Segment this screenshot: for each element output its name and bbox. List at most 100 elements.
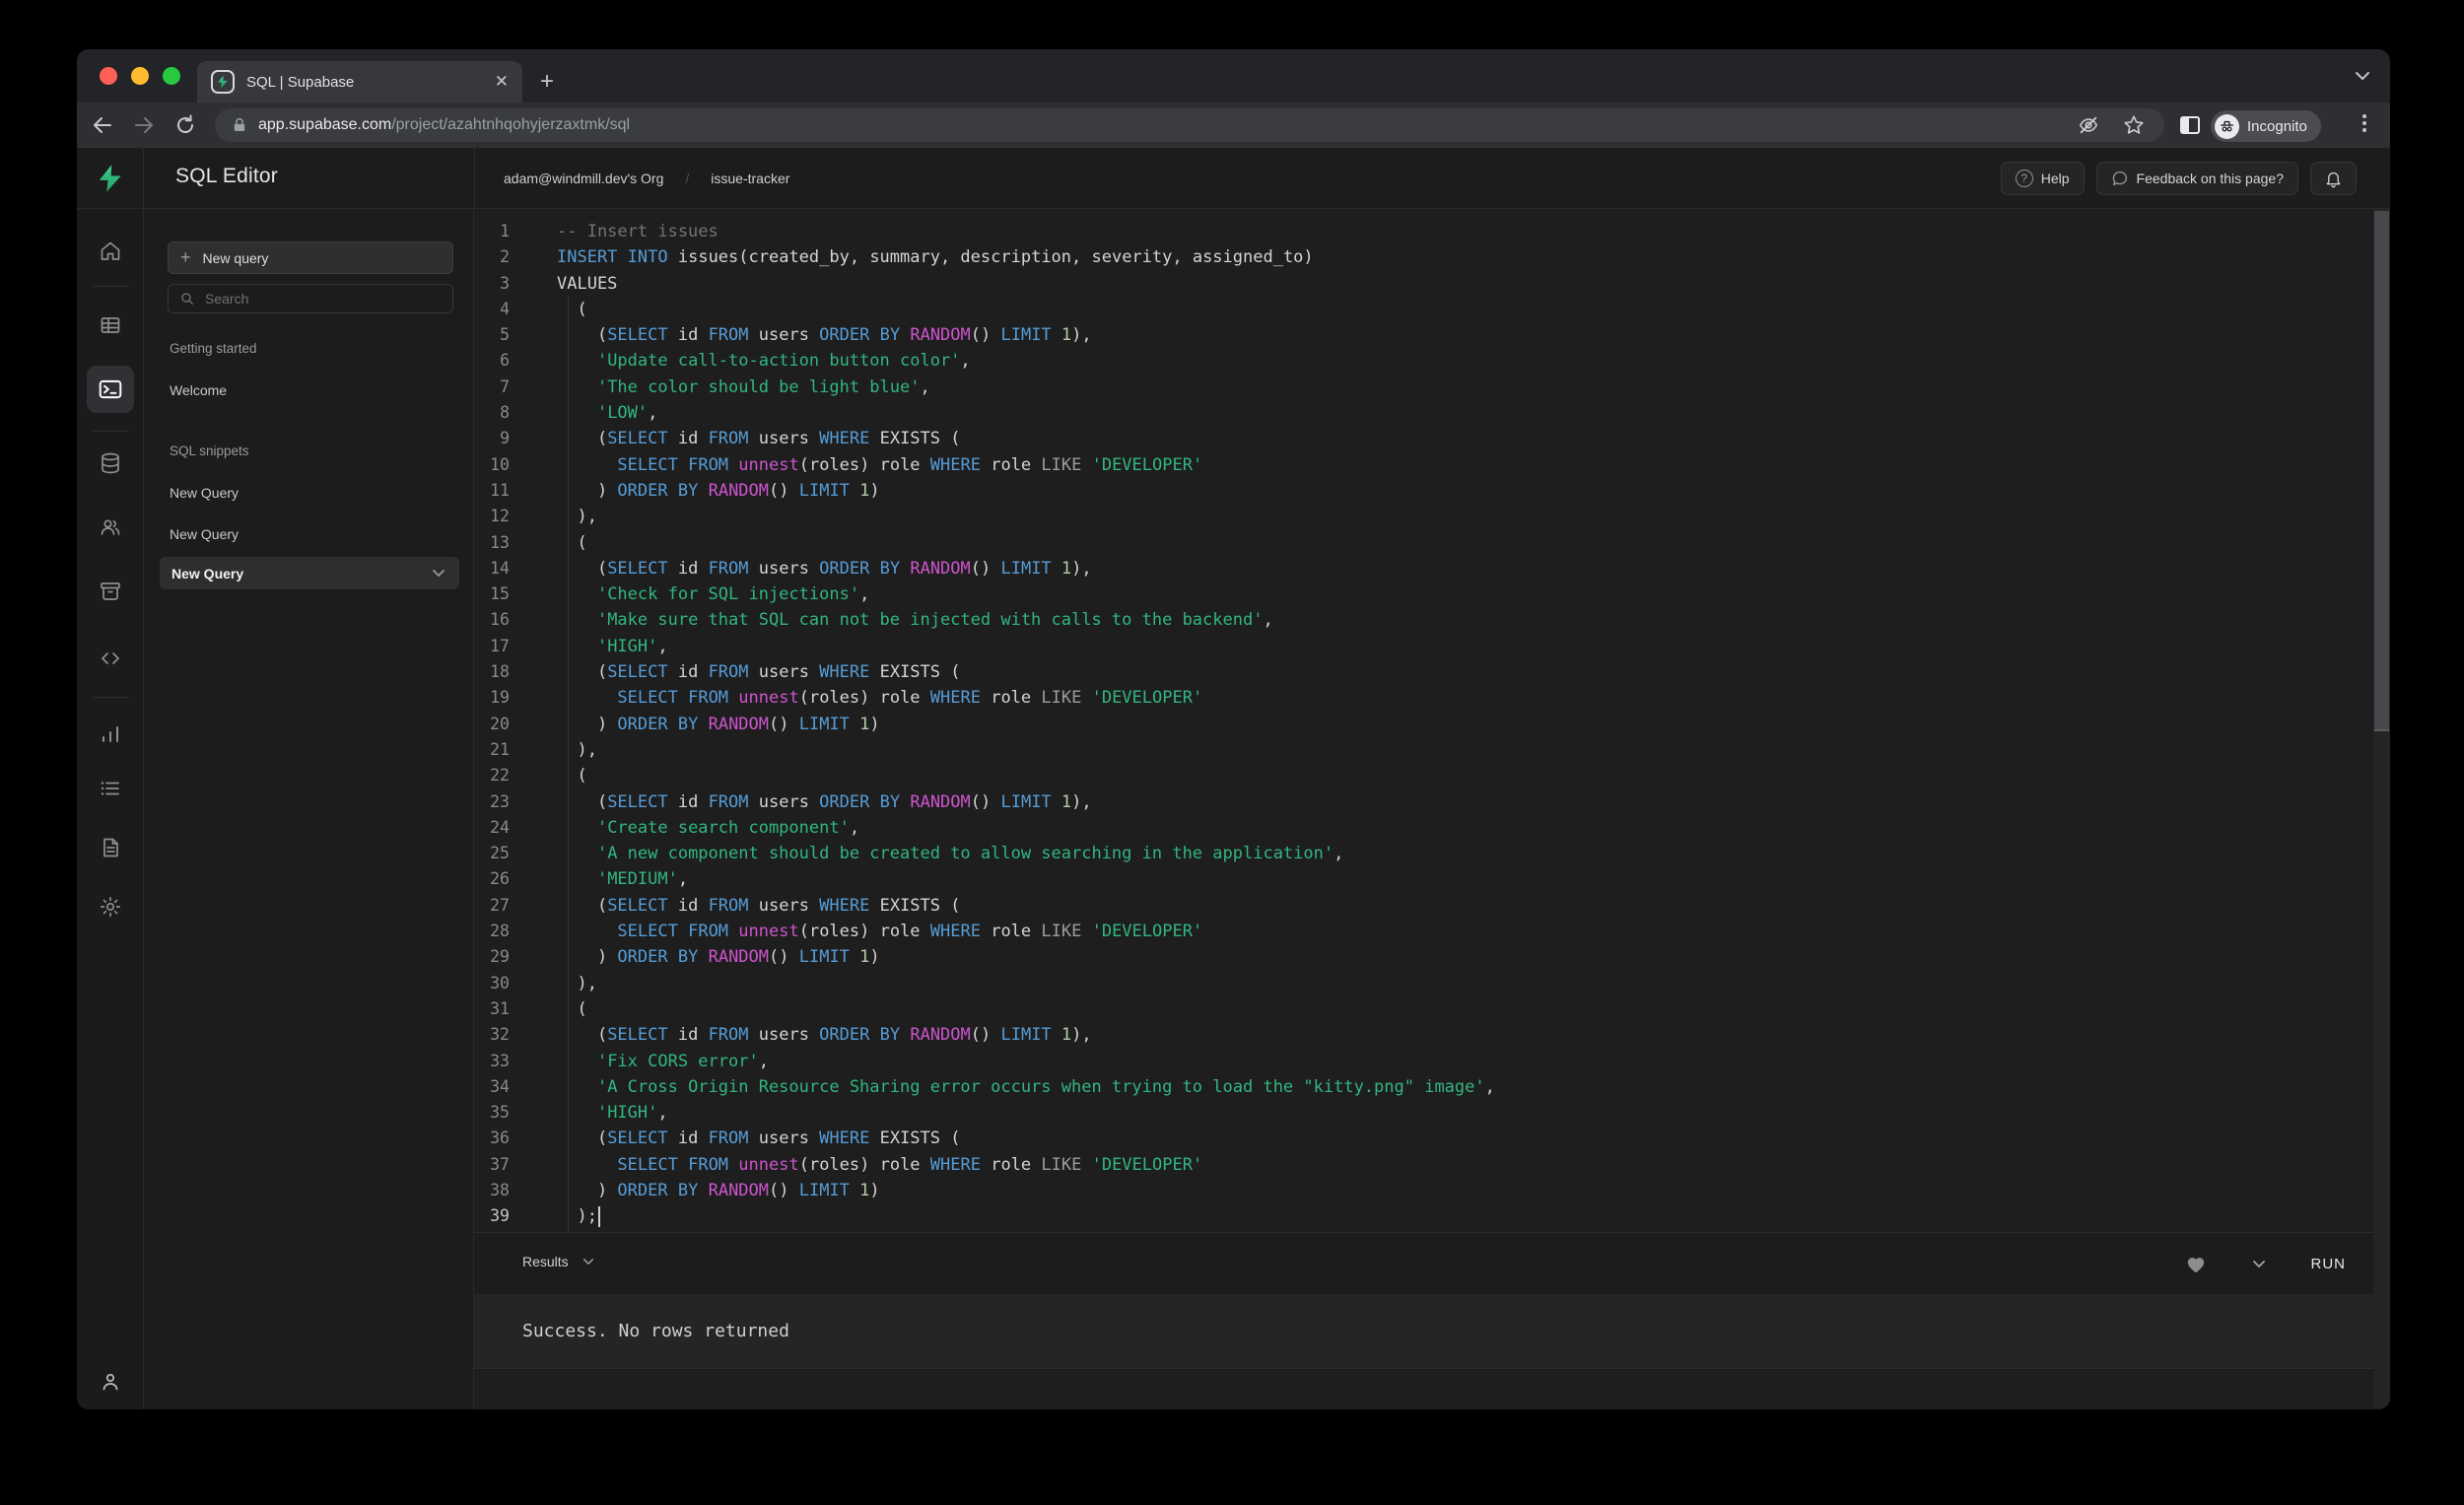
code-line-13[interactable]: ( bbox=[557, 530, 1495, 556]
code-line-25[interactable]: 'A new component should be created to al… bbox=[557, 841, 1495, 866]
code-line-11[interactable]: ) ORDER BY RANDOM() LIMIT 1) bbox=[557, 478, 1495, 504]
eye-off-icon[interactable] bbox=[2078, 114, 2099, 136]
page-scrollbar[interactable] bbox=[2373, 209, 2390, 1409]
tab-search-chevron-icon[interactable] bbox=[2355, 71, 2370, 81]
code-line-21[interactable]: ), bbox=[557, 737, 1495, 763]
results-dropdown[interactable]: Results bbox=[522, 1254, 594, 1269]
sidebar-item-new-query-selected[interactable]: New Query bbox=[160, 557, 459, 589]
code-line-27[interactable]: (SELECT id FROM users WHERE EXISTS ( bbox=[557, 893, 1495, 919]
code-line-32[interactable]: (SELECT id FROM users ORDER BY RANDOM() … bbox=[557, 1022, 1495, 1048]
tab-title: SQL | Supabase bbox=[246, 73, 355, 91]
sql-editor-icon[interactable] bbox=[87, 366, 134, 413]
code-line-12[interactable]: ), bbox=[557, 504, 1495, 529]
close-window-button[interactable] bbox=[100, 67, 117, 85]
breadcrumb-project[interactable]: issue-tracker bbox=[711, 171, 789, 186]
code-line-20[interactable]: ) ORDER BY RANDOM() LIMIT 1) bbox=[557, 712, 1495, 737]
browser-tab[interactable]: SQL | Supabase ✕ bbox=[197, 61, 522, 103]
code-line-7[interactable]: 'The color should be light blue', bbox=[557, 375, 1495, 400]
code-line-3[interactable]: VALUES bbox=[557, 271, 1495, 297]
feedback-button[interactable]: Feedback on this page? bbox=[2095, 162, 2298, 195]
bookmark-star-icon[interactable] bbox=[2123, 114, 2145, 136]
browser-menu-icon[interactable] bbox=[2362, 114, 2366, 132]
code-line-35[interactable]: 'HIGH', bbox=[557, 1100, 1495, 1126]
code-line-37[interactable]: SELECT FROM unnest(roles) role WHERE rol… bbox=[557, 1152, 1495, 1178]
code-line-5[interactable]: (SELECT id FROM users ORDER BY RANDOM() … bbox=[557, 322, 1495, 348]
code-line-23[interactable]: (SELECT id FROM users ORDER BY RANDOM() … bbox=[557, 789, 1495, 815]
code-line-18[interactable]: (SELECT id FROM users WHERE EXISTS ( bbox=[557, 659, 1495, 685]
run-button[interactable]: RUN bbox=[2311, 1256, 2347, 1272]
code-line-16[interactable]: 'Make sure that SQL can not be injected … bbox=[557, 607, 1495, 633]
zoom-window-button[interactable] bbox=[163, 67, 180, 85]
code-line-33[interactable]: 'Fix CORS error', bbox=[557, 1049, 1495, 1074]
code-line-15[interactable]: 'Check for SQL injections', bbox=[557, 581, 1495, 607]
logs-icon[interactable] bbox=[87, 765, 134, 812]
url-text: app.supabase.com/project/azahtnhqohyjerz… bbox=[258, 116, 631, 133]
rail-divider bbox=[93, 431, 128, 432]
run-options-chevron-icon[interactable] bbox=[2252, 1260, 2266, 1268]
chevron-down-icon bbox=[433, 570, 445, 578]
code-line-6[interactable]: 'Update call-to-action button color', bbox=[557, 348, 1495, 374]
code-line-28[interactable]: SELECT FROM unnest(roles) role WHERE rol… bbox=[557, 919, 1495, 944]
database-icon[interactable] bbox=[87, 440, 134, 487]
search-input[interactable] bbox=[205, 291, 442, 307]
code-line-19[interactable]: SELECT FROM unnest(roles) role WHERE rol… bbox=[557, 685, 1495, 711]
url-bar[interactable]: app.supabase.com/project/azahtnhqohyjerz… bbox=[215, 108, 2164, 142]
page-title: SQL Editor bbox=[175, 165, 278, 187]
code-line-29[interactable]: ) ORDER BY RANDOM() LIMIT 1) bbox=[557, 944, 1495, 970]
text-cursor bbox=[597, 1205, 600, 1227]
code-line-1[interactable]: -- Insert issues bbox=[557, 219, 1495, 244]
code-line-17[interactable]: 'HIGH', bbox=[557, 634, 1495, 659]
code-line-24[interactable]: 'Create search component', bbox=[557, 815, 1495, 841]
code-line-26[interactable]: 'MEDIUM', bbox=[557, 866, 1495, 892]
gutter: 1 2 3 4 5 6 7 8 9 10 11 12 13 14 15 16 17 18 19 20 21 22 23 24 2… bbox=[490, 222, 510, 1226]
side-panel-icon[interactable] bbox=[2178, 113, 2202, 137]
help-button[interactable]: ? Help bbox=[2000, 162, 2085, 195]
notifications-button[interactable] bbox=[2310, 162, 2357, 195]
code-line-8[interactable]: 'LOW', bbox=[557, 400, 1495, 426]
code-line-31[interactable]: ( bbox=[557, 996, 1495, 1022]
supabase-app: SQL Editor adam@windmill.dev's Org / iss… bbox=[77, 148, 2390, 1409]
header-divider bbox=[474, 148, 475, 209]
edge-functions-icon[interactable] bbox=[87, 635, 134, 682]
tab-close-icon[interactable]: ✕ bbox=[495, 72, 509, 92]
sidebar-item-new-query-1[interactable]: New Query bbox=[170, 485, 239, 501]
code-line-9[interactable]: (SELECT id FROM users WHERE EXISTS ( bbox=[557, 426, 1495, 451]
sidebar-item-new-query-2[interactable]: New Query bbox=[170, 526, 239, 542]
scrollbar-thumb[interactable] bbox=[2374, 211, 2389, 731]
code-line-10[interactable]: SELECT FROM unnest(roles) role WHERE rol… bbox=[557, 452, 1495, 478]
code-line-36[interactable]: (SELECT id FROM users WHERE EXISTS ( bbox=[557, 1126, 1495, 1151]
sidebar-item-welcome[interactable]: Welcome bbox=[170, 382, 227, 398]
code-line-4[interactable]: ( bbox=[557, 297, 1495, 322]
search-box[interactable] bbox=[168, 284, 453, 313]
minimize-window-button[interactable] bbox=[131, 67, 149, 85]
table-editor-icon[interactable] bbox=[87, 302, 134, 349]
code-line-39[interactable]: ); bbox=[557, 1203, 1495, 1229]
storage-icon[interactable] bbox=[87, 568, 134, 615]
account-icon[interactable] bbox=[87, 1358, 134, 1405]
docs-icon[interactable] bbox=[87, 824, 134, 871]
sql-code-editor[interactable]: 1 2 3 4 5 6 7 8 9 10 11 12 13 14 15 16 17 18 19 20 21 22 23 24 2… bbox=[474, 209, 2373, 1232]
breadcrumb-org[interactable]: adam@windmill.dev's Org bbox=[504, 171, 663, 186]
code-line-34[interactable]: 'A Cross Origin Resource Sharing error o… bbox=[557, 1074, 1495, 1100]
reports-icon[interactable] bbox=[87, 711, 134, 758]
favorite-heart-icon[interactable] bbox=[2185, 1255, 2207, 1274]
results-panel: Success. No rows returned bbox=[474, 1294, 2373, 1369]
auth-users-icon[interactable] bbox=[87, 504, 134, 551]
new-query-button[interactable]: + New query bbox=[168, 241, 453, 274]
settings-gear-icon[interactable] bbox=[87, 883, 134, 930]
supabase-logo[interactable] bbox=[77, 148, 144, 209]
speech-bubble-icon bbox=[2111, 170, 2129, 187]
code-line-30[interactable]: ), bbox=[557, 971, 1495, 996]
section-label-sql-snippets: SQL snippets bbox=[170, 444, 249, 458]
forward-icon[interactable] bbox=[132, 113, 156, 137]
new-tab-button[interactable]: + bbox=[530, 65, 564, 99]
code-line-38[interactable]: ) ORDER BY RANDOM() LIMIT 1) bbox=[557, 1178, 1495, 1203]
home-icon[interactable] bbox=[87, 228, 134, 275]
code-line-14[interactable]: (SELECT id FROM users ORDER BY RANDOM() … bbox=[557, 556, 1495, 581]
app-header: SQL Editor adam@windmill.dev's Org / iss… bbox=[77, 148, 2390, 209]
code-line-2[interactable]: INSERT INTO issues(created_by, summary, … bbox=[557, 244, 1495, 270]
back-icon[interactable] bbox=[91, 113, 114, 137]
reload-icon[interactable] bbox=[173, 113, 197, 137]
rail-divider bbox=[93, 697, 128, 698]
code-line-22[interactable]: ( bbox=[557, 763, 1495, 788]
